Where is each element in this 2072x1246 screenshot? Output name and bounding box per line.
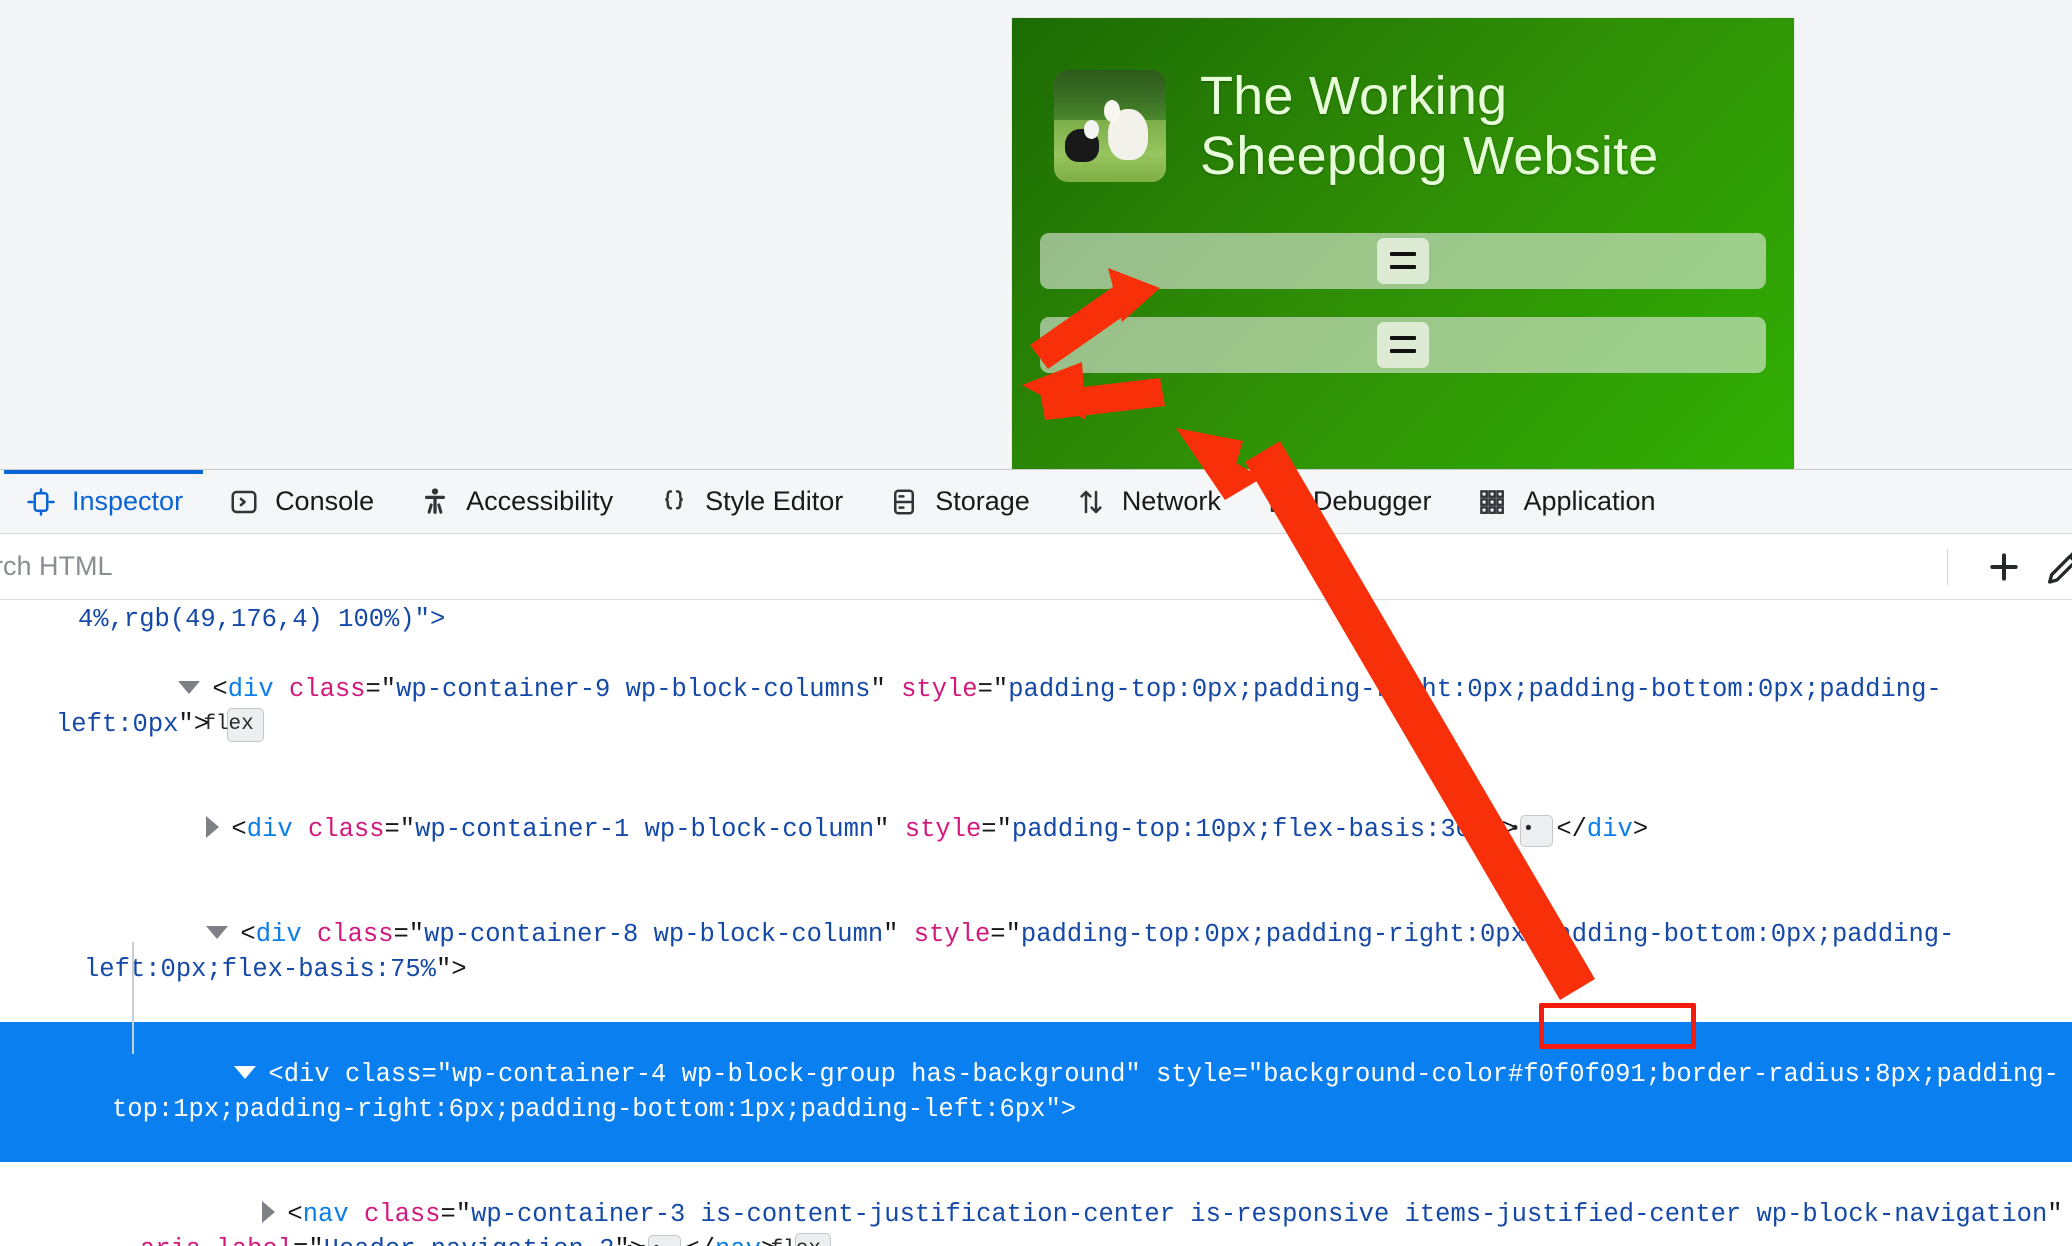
tab-storage[interactable]: Storage (865, 470, 1052, 533)
site-navigation-bars (1012, 232, 1794, 373)
tab-label: Accessibility (466, 486, 614, 516)
search-input[interactable] (0, 551, 1937, 582)
toolbar-divider (1947, 548, 1948, 585)
flex-badge[interactable]: flex (203, 708, 264, 742)
tab-debugger[interactable]: Debugger (1243, 470, 1454, 533)
collapsed-children-badge[interactable]: ••• (624, 1235, 682, 1246)
expand-twisty-icon[interactable] (206, 925, 229, 939)
header-navigation-2[interactable] (1040, 316, 1766, 373)
markup-tree[interactable]: 4%,rgb(49,176,4) 100%)"> <div class="wp-… (0, 600, 2072, 1246)
tab-label: Application (1523, 486, 1656, 516)
tab-console[interactable]: Console (205, 470, 396, 533)
markup-line-continuation[interactable]: 4%,rgb(49,176,4) 100%)"> (0, 602, 2072, 637)
flex-badge[interactable]: flex (771, 1233, 831, 1246)
hamburger-menu-icon[interactable] (1377, 321, 1429, 368)
site-title-line-2: Sheepdog Website (1200, 126, 1659, 187)
add-new-node-button[interactable] (1974, 537, 2034, 597)
style-editor-icon (657, 485, 691, 519)
site-title: The Working Sheepdog Website (1200, 66, 1659, 187)
expand-twisty-icon[interactable] (262, 1201, 276, 1224)
indent-guide-line (132, 942, 134, 1054)
expand-twisty-icon[interactable] (234, 1065, 257, 1079)
markup-node-wp-container-1[interactable]: <div class="wp-container-1 wp-block-colu… (0, 777, 2072, 882)
network-icon (1074, 485, 1108, 519)
tab-accessibility[interactable]: Accessibility (396, 470, 635, 533)
inspector-icon (24, 485, 58, 519)
tab-label: Debugger (1312, 486, 1432, 516)
expand-twisty-icon[interactable] (206, 816, 220, 839)
site-header: The Working Sheepdog Website (1012, 18, 1794, 483)
tab-inspector[interactable]: Inspector (2, 470, 205, 533)
markup-node-nav-header-navigation-2[interactable]: <nav class="wp-container-3 is-content-ju… (0, 1162, 2072, 1246)
expand-twisty-icon[interactable] (178, 680, 201, 694)
eyedropper-button[interactable] (2034, 537, 2072, 597)
accessibility-icon (418, 485, 452, 519)
tab-label: Network (1121, 486, 1221, 516)
logo-border-collie (1065, 120, 1100, 163)
tab-label: Inspector (72, 486, 184, 516)
header-navigation-1[interactable] (1040, 232, 1766, 289)
tab-label: Storage (935, 486, 1030, 516)
tab-network[interactable]: Network (1052, 470, 1243, 533)
tab-label: Console (275, 486, 375, 516)
markup-search-bar (0, 534, 2072, 600)
site-logo-image[interactable] (1054, 70, 1166, 183)
console-icon (227, 485, 261, 519)
site-title-line-1: The Working (1200, 66, 1508, 126)
logo-sheep (1103, 100, 1149, 161)
highlighted-color-value: #f0f0f091 (1507, 1060, 1646, 1089)
site-brand-row: The Working Sheepdog Website (1012, 18, 1794, 187)
markup-node-wp-container-8[interactable]: <div class="wp-container-8 wp-block-colu… (0, 882, 2072, 1022)
application-icon (1475, 485, 1509, 519)
devtools-toolbar: Inspector Console Accessibility Style Ed… (0, 470, 2072, 534)
markup-node-wp-container-4-selected[interactable]: <div class="wp-container-4 wp-block-grou… (0, 1022, 2072, 1162)
debugger-icon (1265, 485, 1299, 519)
collapsed-children-badge[interactable]: ••• (1496, 815, 1554, 847)
hamburger-menu-icon[interactable] (1377, 237, 1429, 284)
tab-application[interactable]: Application (1453, 470, 1677, 533)
markup-node-wp-container-9[interactable]: <div class="wp-container-9 wp-block-colu… (0, 637, 2072, 777)
tab-style-editor[interactable]: Style Editor (635, 470, 865, 533)
storage-icon (887, 485, 921, 519)
tab-label: Style Editor (705, 486, 844, 516)
devtools-panel: Inspector Console Accessibility Style Ed… (0, 469, 2072, 1246)
